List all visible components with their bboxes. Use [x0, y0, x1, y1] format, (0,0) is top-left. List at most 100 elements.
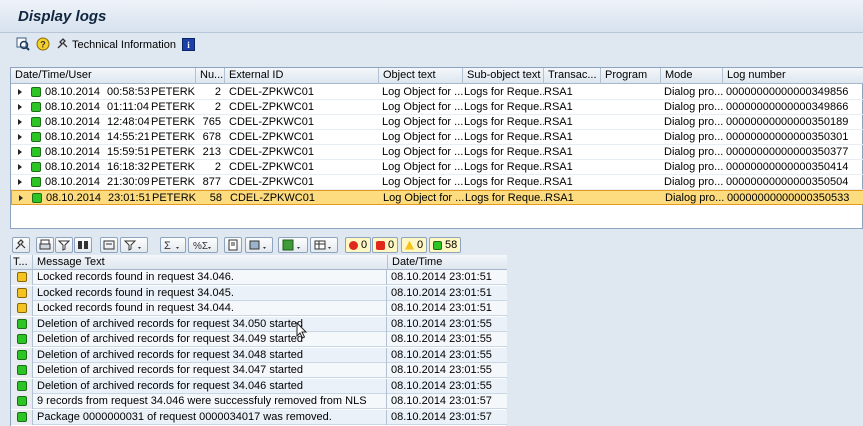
- success-light-icon: [17, 396, 27, 406]
- expand-triangle-icon[interactable]: [18, 179, 22, 185]
- info-icon[interactable]: i: [181, 37, 195, 51]
- cell-object-text: Log Object for ...: [382, 161, 463, 173]
- log-table-row[interactable]: 08.10.2014 14:55:21 PETERK 678 CDEL-ZPKWC01 L…: [11, 130, 863, 145]
- print-button[interactable]: [36, 237, 54, 253]
- expand-triangle-icon[interactable]: [18, 119, 22, 125]
- column-header-external-id[interactable]: External ID: [225, 68, 379, 84]
- message-row[interactable]: 9 records from request 34.046 were succe…: [11, 394, 507, 409]
- message-datetime: 08.10.2014 23:01:51: [391, 286, 492, 299]
- stop-count-button[interactable]: 0: [372, 237, 399, 253]
- sum-button[interactable]: Σ: [160, 237, 186, 253]
- find-icon[interactable]: [16, 37, 30, 51]
- expand-triangle-icon[interactable]: [18, 149, 22, 155]
- message-type-cell: [11, 347, 33, 363]
- log-table-row[interactable]: 08.10.2014 23:01:51 PETERK 58 CDEL-ZPKWC01 Lo…: [11, 190, 863, 205]
- cell-number: 877: [202, 176, 221, 188]
- column-header-mode[interactable]: Mode: [661, 68, 723, 84]
- message-toolbar: Σ %Σ 0 0 0 58: [10, 236, 863, 254]
- message-type-cell: [11, 394, 33, 409]
- message-row[interactable]: Deletion of archived records for request…: [11, 332, 507, 347]
- spreadsheet-button[interactable]: [278, 237, 308, 253]
- cell-program: [604, 175, 661, 189]
- success-light-icon: [17, 380, 27, 391]
- find-next-button[interactable]: [74, 237, 92, 253]
- technical-information-button[interactable]: Technical Information: [72, 39, 176, 51]
- cell-mode: Dialog pro...: [664, 116, 723, 128]
- cell-date: 08.10.2014: [45, 101, 101, 113]
- column-header-subobject-text[interactable]: Sub-object text: [463, 68, 544, 84]
- cell-mode: Dialog pro...: [664, 146, 723, 158]
- cell-log-number: 00000000000000349856: [726, 86, 849, 98]
- cell-mode: Dialog pro...: [664, 161, 723, 173]
- export-button[interactable]: [245, 237, 273, 253]
- column-header-datetime-user[interactable]: Date/Time/User: [11, 68, 196, 84]
- message-datetime: 08.10.2014 23:01:57: [391, 395, 492, 407]
- message-type-cell: [11, 363, 33, 378]
- message-row[interactable]: Locked records found in request 34.045. 0…: [11, 285, 507, 301]
- log-table-row[interactable]: 08.10.2014 15:59:51 PETERK 213 CDEL-ZPKWC01 L…: [11, 145, 863, 160]
- column-header-transaction[interactable]: Transac...: [544, 68, 601, 84]
- technical-info-icon[interactable]: [56, 37, 70, 51]
- cell-time: 15:59:51: [107, 146, 149, 158]
- message-text: Deletion of archived records for request…: [37, 316, 387, 332]
- column-header-program[interactable]: Program: [601, 68, 661, 84]
- expand-triangle-icon[interactable]: [18, 134, 22, 140]
- log-table-row[interactable]: 08.10.2014 01:11:04 PETERK 2 CDEL-ZPKWC01 Log…: [11, 100, 863, 115]
- cell-external-id: CDEL-ZPKWC01: [229, 161, 314, 173]
- warning-icon: [405, 240, 414, 250]
- column-header-number[interactable]: Nu...: [196, 68, 225, 84]
- expand-triangle-icon[interactable]: [18, 164, 22, 170]
- message-row[interactable]: Deletion of archived records for request…: [11, 347, 507, 363]
- cell-object-text: Log Object for ...: [382, 116, 463, 128]
- message-datetime: 08.10.2014 23:01:51: [391, 302, 492, 314]
- cell-external-id: CDEL-ZPKWC01: [230, 192, 315, 204]
- message-row[interactable]: Deletion of archived records for request…: [11, 363, 507, 378]
- cell-date: 08.10.2014: [46, 192, 102, 204]
- cell-date: 08.10.2014: [45, 146, 101, 158]
- cell-program: [604, 115, 661, 129]
- help-icon[interactable]: ?: [36, 37, 50, 51]
- message-type-cell: [11, 332, 33, 347]
- warning-light-icon: [17, 272, 27, 282]
- filter-icon[interactable]: [55, 237, 73, 253]
- message-row[interactable]: Deletion of archived records for request…: [11, 316, 507, 332]
- warning-light-icon: [17, 303, 27, 313]
- cell-date: 08.10.2014: [45, 86, 101, 98]
- log-table-row[interactable]: 08.10.2014 21:30:09 PETERK 877 CDEL-ZPKWC01 L…: [11, 175, 863, 190]
- status-light-icon: [31, 87, 41, 97]
- cell-program: [604, 160, 661, 174]
- log-table-row[interactable]: 08.10.2014 00:58:53 PETERK 2 CDEL-ZPKWC01 Log…: [11, 85, 863, 100]
- details-button[interactable]: [100, 237, 118, 253]
- expand-triangle-icon[interactable]: [18, 104, 22, 110]
- success-light-icon: [17, 349, 27, 360]
- success-icon: [433, 240, 442, 250]
- cell-number: 2: [214, 86, 221, 98]
- message-row[interactable]: Package 0000000031 of request 0000034017…: [11, 409, 507, 425]
- message-row[interactable]: Deletion of archived records for request…: [11, 378, 507, 394]
- column-header-type[interactable]: T...: [11, 255, 33, 270]
- cell-number: 2: [214, 161, 221, 173]
- technical-info-button[interactable]: [12, 237, 30, 253]
- subtotal-button[interactable]: %Σ: [188, 237, 218, 253]
- warning-count-button[interactable]: 0: [401, 237, 428, 253]
- expand-triangle-icon[interactable]: [18, 89, 22, 95]
- expand-triangle-icon[interactable]: [19, 195, 23, 201]
- success-count-button[interactable]: 58: [429, 237, 462, 253]
- layout-button[interactable]: [310, 237, 338, 253]
- message-row[interactable]: Locked records found in request 34.046. 0…: [11, 270, 507, 285]
- cell-external-id: CDEL-ZPKWC01: [229, 86, 314, 98]
- cell-user: PETERK: [152, 192, 196, 204]
- column-header-datetime[interactable]: Date/Time: [388, 255, 507, 270]
- column-header-message-text[interactable]: Message Text: [33, 255, 388, 270]
- message-type-cell: [11, 285, 33, 301]
- column-header-object-text[interactable]: Object text: [379, 68, 463, 84]
- error-count-button[interactable]: 0: [345, 237, 372, 253]
- message-row[interactable]: Locked records found in request 34.044. 0…: [11, 301, 507, 316]
- filter-dropdown-button[interactable]: [120, 237, 148, 253]
- log-table-row[interactable]: 08.10.2014 12:48:04 PETERK 765 CDEL-ZPKWC01 L…: [11, 115, 863, 130]
- log-table-row[interactable]: 08.10.2014 16:18:32 PETERK 2 CDEL-ZPKWC01 Log…: [11, 160, 863, 175]
- success-light-icon: [17, 411, 27, 422]
- success-light-icon: [17, 318, 27, 329]
- column-header-log-number[interactable]: Log number: [723, 68, 863, 84]
- print-preview-button[interactable]: [224, 237, 242, 253]
